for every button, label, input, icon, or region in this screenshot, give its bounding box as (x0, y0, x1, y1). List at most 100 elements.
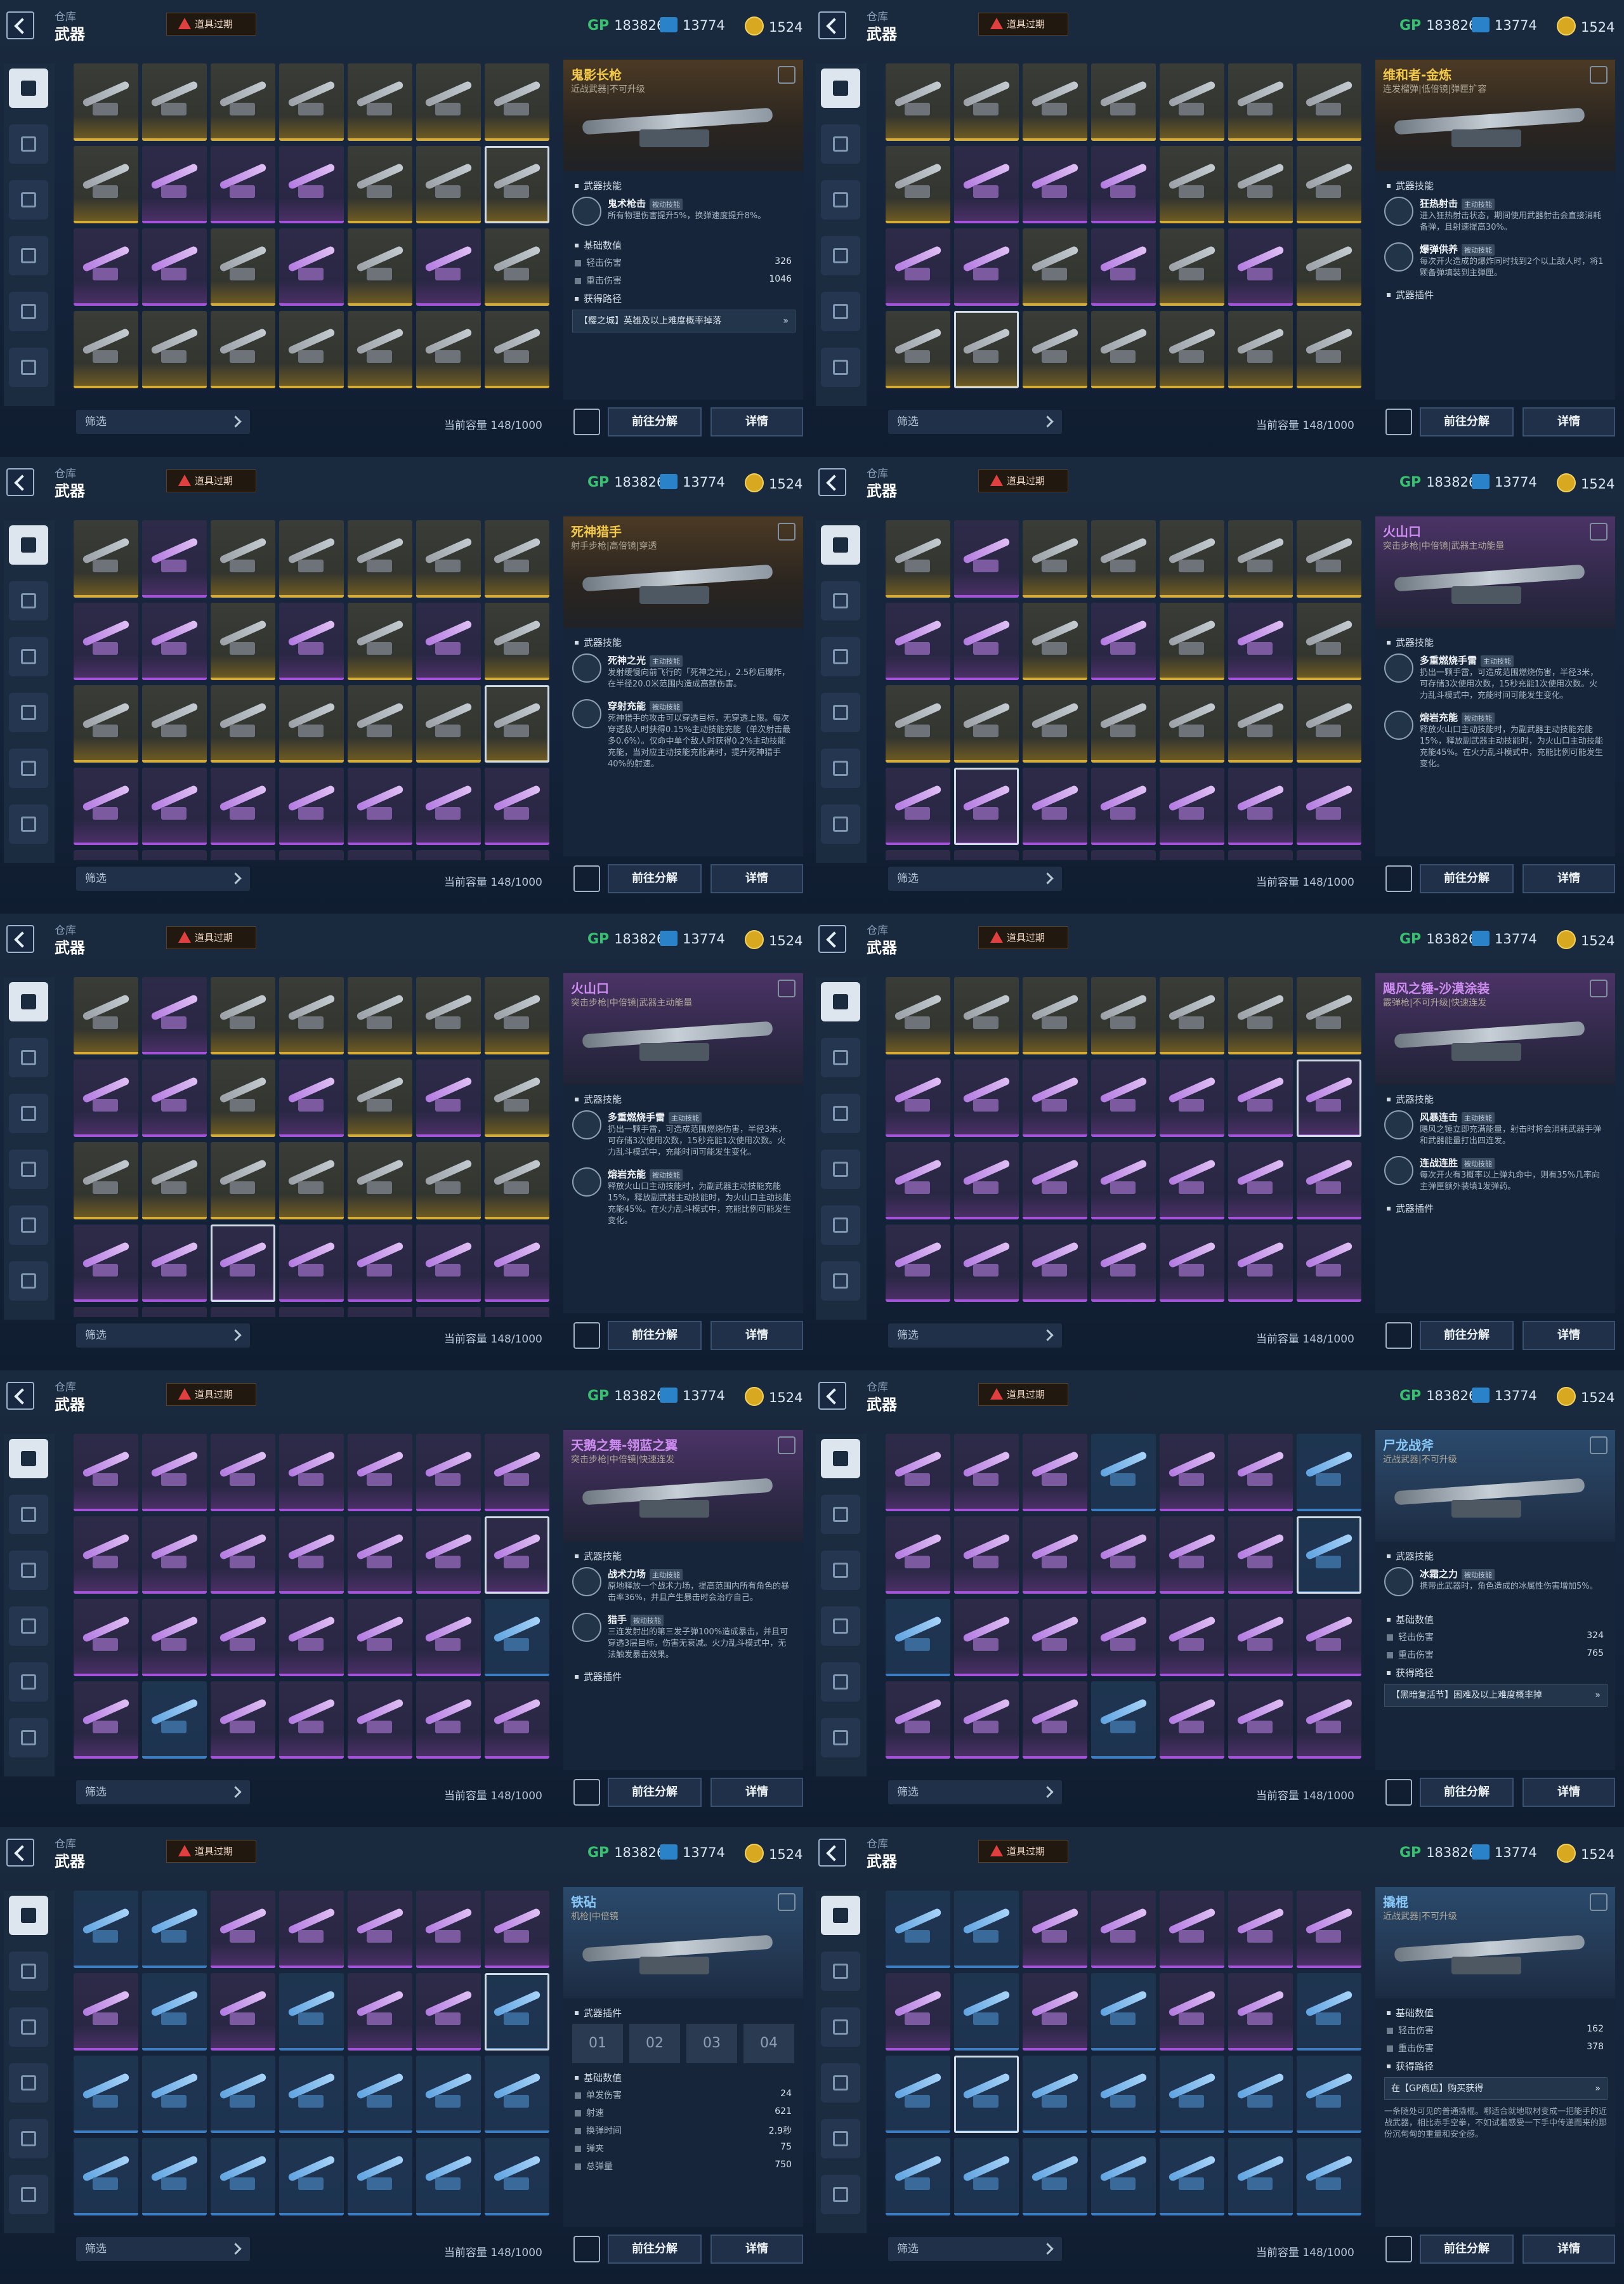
weapon-slot[interactable] (1228, 977, 1293, 1054)
tab-avatars[interactable] (821, 2119, 860, 2158)
weapon-slot[interactable] (1228, 311, 1293, 388)
weapon-slot[interactable] (279, 977, 344, 1054)
weapon-slot[interactable] (1297, 1516, 1361, 1594)
tab-vehicles[interactable] (821, 236, 860, 275)
weapon-slot[interactable] (348, 1599, 412, 1676)
weapon-slot[interactable] (485, 1681, 549, 1759)
weapon-slot[interactable] (142, 1307, 207, 1317)
weapon-slot[interactable] (485, 1516, 549, 1594)
weapon-slot[interactable] (74, 311, 138, 388)
weapon-slot[interactable] (348, 603, 412, 680)
weapon-slot[interactable] (1091, 685, 1156, 763)
weapon-slot[interactable] (1023, 1434, 1087, 1511)
tab-vehicles[interactable] (9, 1150, 48, 1189)
weapon-slot[interactable] (416, 1516, 481, 1594)
item-expired-button[interactable]: 道具过期 (978, 926, 1068, 949)
tab-grenades[interactable] (821, 637, 860, 676)
weapon-slot[interactable] (886, 1142, 950, 1219)
weapon-slot[interactable] (74, 1681, 138, 1759)
lock-icon[interactable] (778, 980, 796, 997)
tab-avatars[interactable] (9, 292, 48, 331)
weapon-slot[interactable] (416, 603, 481, 680)
weapon-slot[interactable] (74, 228, 138, 306)
weapon-slot[interactable] (211, 1681, 275, 1759)
weapon-slot[interactable] (954, 1973, 1019, 2051)
weapon-slot[interactable] (886, 850, 950, 860)
weapon-slot[interactable] (348, 1307, 412, 1317)
tab-firearms[interactable] (821, 525, 860, 565)
back-button[interactable] (818, 468, 846, 496)
weapon-slot[interactable] (1091, 311, 1156, 388)
weapon-slot[interactable] (954, 520, 1019, 598)
tab-avatars[interactable] (9, 1662, 48, 1702)
weapon-slot[interactable] (279, 311, 344, 388)
weapon-slot[interactable] (954, 850, 1019, 860)
weapon-slot[interactable] (886, 2138, 950, 2215)
weapon-slot[interactable] (211, 685, 275, 763)
tab-badges[interactable] (821, 1718, 860, 1757)
tab-vehicles[interactable] (9, 236, 48, 275)
tab-grenades[interactable] (821, 180, 860, 220)
weapon-slot[interactable] (1023, 977, 1087, 1054)
lock-icon[interactable] (778, 523, 796, 541)
plugin-slot[interactable]: 02 (629, 2024, 680, 2063)
share-button[interactable] (1385, 1779, 1412, 1806)
weapon-slot[interactable] (1160, 1599, 1224, 1676)
lock-icon[interactable] (1590, 1893, 1608, 1911)
weapon-slot[interactable] (142, 1516, 207, 1594)
weapon-slot[interactable] (1297, 603, 1361, 680)
tab-badges[interactable] (9, 1261, 48, 1301)
weapon-slot[interactable] (1160, 1516, 1224, 1594)
weapon-slot[interactable] (1160, 1681, 1224, 1759)
weapon-slot[interactable] (485, 685, 549, 763)
share-button[interactable] (1385, 1322, 1412, 1349)
tab-chips[interactable] (9, 1038, 48, 1077)
weapon-slot[interactable] (211, 228, 275, 306)
tab-vehicles[interactable] (821, 2063, 860, 2103)
weapon-slot[interactable] (954, 1681, 1019, 1759)
detail-button[interactable]: 详情 (710, 1321, 803, 1350)
weapon-slot[interactable] (279, 850, 344, 860)
tab-firearms[interactable] (821, 1439, 860, 1478)
weapon-slot[interactable] (211, 1224, 275, 1302)
weapon-slot[interactable] (416, 1060, 481, 1137)
back-button[interactable] (6, 925, 34, 953)
filter-button[interactable]: 筛选 (76, 1323, 250, 1348)
weapon-slot[interactable] (416, 1307, 481, 1317)
lock-icon[interactable] (1590, 980, 1608, 997)
weapon-slot[interactable] (142, 977, 207, 1054)
weapon-slot[interactable] (1023, 1516, 1087, 1594)
filter-button[interactable]: 筛选 (888, 1323, 1062, 1348)
weapon-slot[interactable] (886, 1599, 950, 1676)
weapon-slot[interactable] (74, 1516, 138, 1594)
tab-chips[interactable] (9, 581, 48, 620)
weapon-slot[interactable] (416, 2056, 481, 2133)
weapon-slot[interactable] (1228, 1973, 1293, 2051)
weapon-slot[interactable] (1297, 311, 1361, 388)
weapon-slot[interactable] (954, 228, 1019, 306)
weapon-slot[interactable] (211, 146, 275, 223)
weapon-slot[interactable] (416, 685, 481, 763)
weapon-slot[interactable] (211, 63, 275, 141)
weapon-slot[interactable] (142, 1681, 207, 1759)
weapon-slot[interactable] (1091, 2138, 1156, 2215)
tab-badges[interactable] (821, 1261, 860, 1301)
weapon-slot[interactable] (1228, 2138, 1293, 2215)
weapon-slot[interactable] (1160, 603, 1224, 680)
item-expired-button[interactable]: 道具过期 (978, 1840, 1068, 1863)
weapon-slot[interactable] (211, 520, 275, 598)
weapon-slot[interactable] (1023, 850, 1087, 860)
weapon-slot[interactable] (1091, 1434, 1156, 1511)
weapon-slot[interactable] (1091, 1060, 1156, 1137)
weapon-slot[interactable] (279, 1060, 344, 1137)
weapon-slot[interactable] (416, 768, 481, 845)
tab-chips[interactable] (821, 124, 860, 164)
weapon-slot[interactable] (485, 603, 549, 680)
weapon-slot[interactable] (279, 1307, 344, 1317)
weapon-slot[interactable] (348, 685, 412, 763)
tab-avatars[interactable] (821, 749, 860, 788)
weapon-slot[interactable] (1160, 63, 1224, 141)
filter-button[interactable]: 筛选 (888, 2237, 1062, 2261)
weapon-slot[interactable] (1228, 850, 1293, 860)
weapon-slot[interactable] (348, 768, 412, 845)
